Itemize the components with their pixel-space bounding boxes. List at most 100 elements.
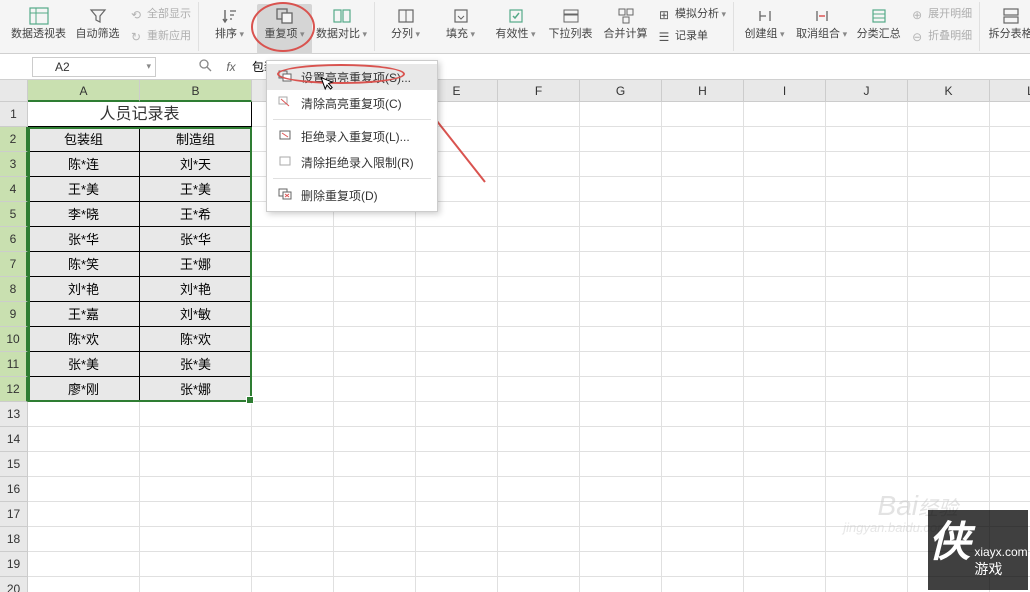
cell[interactable] [826,377,908,402]
cell[interactable] [744,352,826,377]
cell[interactable] [744,402,826,427]
cell[interactable] [908,352,990,377]
cell[interactable] [908,377,990,402]
cell[interactable] [416,227,498,252]
cell[interactable] [580,227,662,252]
column-header[interactable]: H [662,80,744,102]
cell[interactable] [28,502,140,527]
text-to-columns-button[interactable]: 分列 [378,4,433,54]
cell[interactable]: 制造组 [140,127,252,152]
cell[interactable] [744,127,826,152]
cell[interactable] [334,227,416,252]
cell[interactable] [580,577,662,592]
cell[interactable]: 刘*天 [140,152,252,177]
cell[interactable] [416,377,498,402]
cell[interactable] [28,477,140,502]
cell[interactable] [744,252,826,277]
cell[interactable] [580,102,662,127]
cell[interactable] [498,102,580,127]
cell[interactable] [498,477,580,502]
cell[interactable] [334,352,416,377]
cell[interactable]: 刘*艳 [28,277,140,302]
cell[interactable] [580,277,662,302]
cell[interactable] [580,127,662,152]
cell[interactable] [416,527,498,552]
cell[interactable] [826,527,908,552]
cell[interactable] [744,102,826,127]
cell[interactable] [990,177,1030,202]
cell[interactable] [744,452,826,477]
create-group-button[interactable]: 创建组 [737,4,792,54]
cell[interactable] [498,527,580,552]
cell[interactable]: 刘*艳 [140,277,252,302]
cell[interactable] [252,452,334,477]
cell[interactable] [826,252,908,277]
cell[interactable] [498,202,580,227]
cell[interactable] [140,477,252,502]
cell[interactable] [662,277,744,302]
cell[interactable] [28,427,140,452]
cell[interactable] [662,302,744,327]
cell[interactable] [580,527,662,552]
cell[interactable] [990,102,1030,127]
cell[interactable] [498,252,580,277]
cell[interactable] [744,152,826,177]
fx-button[interactable]: fx [220,60,242,74]
cell[interactable] [662,527,744,552]
cell[interactable]: 王*娜 [140,252,252,277]
show-all-button[interactable]: ⟲ 全部显示 [125,4,195,26]
cell[interactable] [826,102,908,127]
cell[interactable] [252,402,334,427]
cell[interactable]: 张*华 [140,227,252,252]
cell[interactable] [498,177,580,202]
cell[interactable] [744,327,826,352]
auto-filter-button[interactable]: 自动筛选 [70,4,125,54]
cell[interactable] [252,327,334,352]
cell[interactable] [334,577,416,592]
cell[interactable] [252,552,334,577]
cell[interactable] [744,527,826,552]
cell[interactable] [580,452,662,477]
cell[interactable] [990,327,1030,352]
cell[interactable] [744,577,826,592]
hide-detail-button[interactable]: ⊖ 折叠明细 [906,26,976,48]
cell[interactable]: 李*晓 [28,202,140,227]
row-header[interactable]: 3 [0,152,28,177]
cell[interactable]: 陈*笑 [28,252,140,277]
row-header[interactable]: 8 [0,277,28,302]
cell[interactable] [662,152,744,177]
duplicates-button[interactable]: 重复项 [257,4,312,54]
cell[interactable] [334,402,416,427]
cell[interactable] [580,252,662,277]
cell[interactable] [580,302,662,327]
row-header[interactable]: 12 [0,377,28,402]
cell[interactable] [990,252,1030,277]
cell[interactable] [744,477,826,502]
cell[interactable] [416,277,498,302]
cell[interactable] [416,352,498,377]
cell[interactable] [334,427,416,452]
search-icon[interactable] [196,58,214,75]
cell[interactable] [662,427,744,452]
fill-button[interactable]: 填充 [433,4,488,54]
cell[interactable] [990,277,1030,302]
cell[interactable] [498,427,580,452]
cell[interactable] [334,302,416,327]
cell[interactable] [252,477,334,502]
row-header[interactable]: 15 [0,452,28,477]
cell[interactable] [140,502,252,527]
select-all-corner[interactable] [0,80,28,102]
cell[interactable] [744,427,826,452]
cell[interactable] [416,427,498,452]
cell[interactable] [908,127,990,152]
cell[interactable] [334,277,416,302]
ungroup-button[interactable]: 取消组合 [792,4,851,54]
cell[interactable] [990,302,1030,327]
cell[interactable] [416,577,498,592]
cell[interactable] [498,127,580,152]
cell[interactable] [826,427,908,452]
cell[interactable] [416,502,498,527]
cell[interactable] [908,277,990,302]
row-header[interactable]: 5 [0,202,28,227]
cell[interactable]: 陈*欢 [140,327,252,352]
